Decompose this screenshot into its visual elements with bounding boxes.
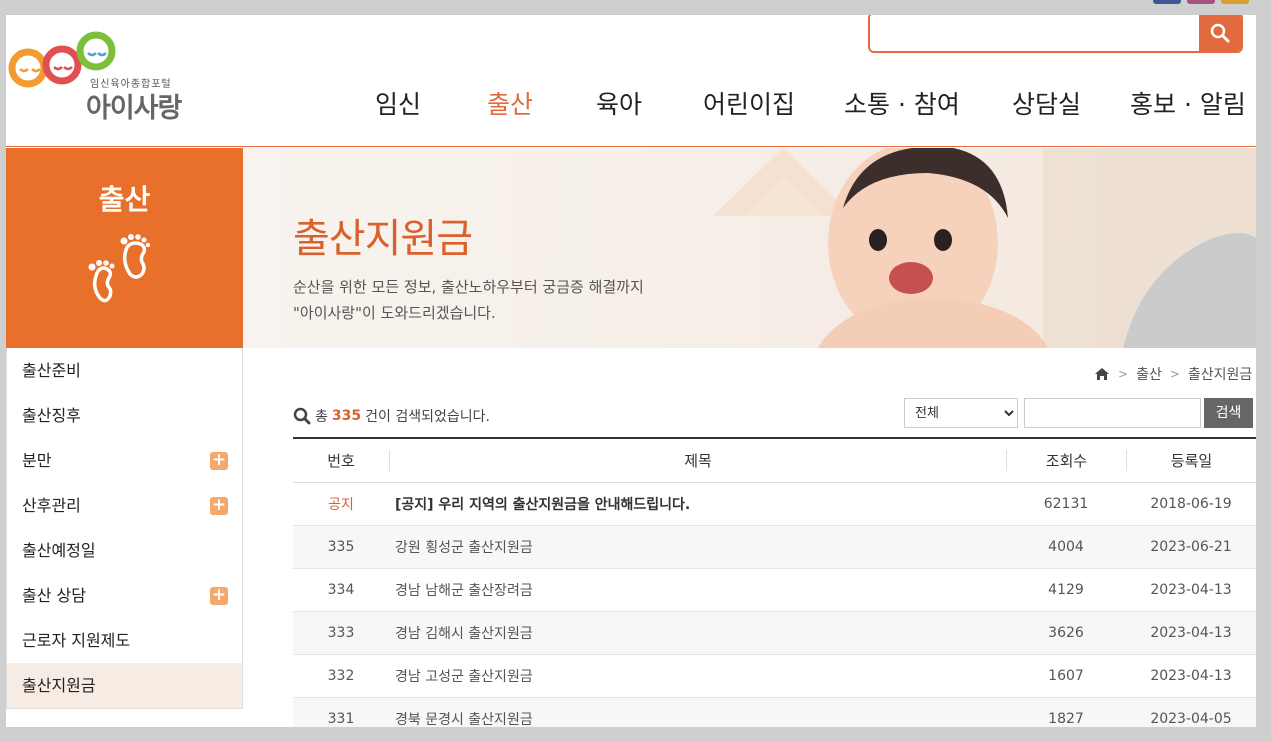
post-date: 2023-04-13 — [1150, 582, 1232, 598]
header-no: 번호 — [327, 452, 355, 470]
post-views: 62131 — [1043, 496, 1089, 512]
post-title-link[interactable]: 경남 김해시 출산지원금 — [389, 623, 1006, 643]
blog-icon[interactable] — [1221, 0, 1249, 4]
table-row[interactable]: 공지 [공지] 우리 지역의 출산지원금을 안내해드립니다. 62131 201… — [293, 483, 1256, 526]
plus-icon[interactable]: + — [210, 452, 228, 470]
page-frame: 임신육아종합포털 아이사랑 임신 출산 육아 어린이집 소통 · 참여 상담실 … — [6, 15, 1256, 727]
side-menu-item-signs[interactable]: 출산징후 — [7, 393, 242, 438]
side-menu-item-prep[interactable]: 출산준비 — [7, 348, 242, 393]
side-menu-item-worker[interactable]: 근로자 지원제도 — [7, 618, 242, 663]
post-no: 332 — [327, 668, 355, 684]
header-title: 제목 — [389, 450, 1006, 471]
post-views: 3626 — [1048, 625, 1084, 641]
post-views: 1607 — [1048, 668, 1084, 684]
table-row[interactable]: 331 경북 문경시 출산지원금 1827 2023-04-05 — [293, 698, 1256, 727]
facebook-icon[interactable] — [1153, 0, 1181, 4]
section-title: 출산 — [98, 183, 151, 216]
nav-counseling[interactable]: 상담실 — [1012, 85, 1081, 121]
table-row[interactable]: 335 강원 횡성군 출산지원금 4004 2023-06-21 — [293, 526, 1256, 569]
breadcrumb: > 출산 > 출산지원금 — [1094, 364, 1252, 384]
header-views: 조회수 — [1006, 450, 1126, 471]
nav-parenting[interactable]: 육아 — [596, 85, 642, 121]
summary-prefix: 총 — [315, 409, 328, 425]
board-search-button[interactable]: 검색 — [1204, 398, 1253, 428]
header: 임신육아종합포털 아이사랑 임신 출산 육아 어린이집 소통 · 참여 상담실 … — [6, 15, 1256, 147]
post-table: 번호 제목 조회수 등록일 공지 [공지] 우리 지역의 출산지원금을 안내해드… — [293, 437, 1256, 727]
result-count: 335 — [331, 408, 362, 424]
search-filter-select[interactable]: 전체 — [904, 398, 1018, 428]
post-views: 1827 — [1048, 711, 1084, 727]
breadcrumb-item[interactable]: 출산지원금 — [1188, 364, 1252, 384]
banner-desc-1: 순산을 위한 모든 정보, 출산노하우부터 궁금증 해결까지 — [293, 278, 644, 296]
social-icons — [1153, 0, 1249, 4]
post-date: 2023-04-13 — [1150, 625, 1232, 641]
site-search — [868, 15, 1243, 53]
side-menu-label: 출산지원금 — [22, 676, 96, 695]
main-nav: 임신 출산 육아 어린이집 소통 · 참여 상담실 홍보 · 알림 — [6, 85, 1256, 121]
table-header: 번호 제목 조회수 등록일 — [293, 439, 1256, 483]
side-menu-item-postpartum[interactable]: 산후관리 + — [7, 483, 242, 528]
side-menu-label: 출산징후 — [22, 406, 81, 425]
post-title-link[interactable]: 경남 남해군 출산장려금 — [389, 580, 1006, 600]
nav-promotion[interactable]: 홍보 · 알림 — [1130, 85, 1246, 121]
post-no: 334 — [327, 582, 355, 598]
post-title-link[interactable]: 경남 고성군 출산지원금 — [389, 666, 1006, 686]
site-search-input[interactable] — [870, 15, 1200, 51]
nav-community[interactable]: 소통 · 참여 — [844, 85, 960, 121]
banner-desc-2: "아이사랑"이 도와드리겠습니다. — [293, 304, 496, 322]
side-menu-item-duedate[interactable]: 출산예정일 — [7, 528, 242, 573]
section-title-box: 출산 — [6, 148, 243, 348]
post-title-link[interactable]: [공지] 우리 지역의 출산지원금을 안내해드립니다. — [389, 494, 1006, 514]
search-icon — [293, 407, 311, 425]
hero-banner: 출산지원금 순산을 위한 모든 정보, 출산노하우부터 궁금증 해결까지 "아이… — [243, 148, 1256, 348]
post-views: 4004 — [1048, 539, 1084, 555]
side-menu-label: 근로자 지원제도 — [22, 631, 131, 650]
side-menu-item-counsel[interactable]: 출산 상담 + — [7, 573, 242, 618]
board-search-input[interactable] — [1024, 398, 1201, 428]
post-title-link[interactable]: 경북 문경시 출산지원금 — [389, 709, 1006, 727]
post-date: 2023-06-21 — [1150, 539, 1232, 555]
summary-suffix: 건이 검색되었습니다. — [365, 409, 490, 425]
post-no: 331 — [327, 711, 355, 727]
side-menu-label: 산후관리 — [22, 496, 81, 515]
header-date: 등록일 — [1126, 450, 1256, 471]
post-no: 333 — [327, 625, 355, 641]
table-row[interactable]: 333 경남 김해시 출산지원금 3626 2023-04-13 — [293, 612, 1256, 655]
side-menu-label: 출산준비 — [22, 361, 81, 380]
baby-feet-icon — [88, 234, 151, 303]
search-icon — [1210, 23, 1230, 42]
nav-daycare[interactable]: 어린이집 — [703, 85, 795, 121]
home-icon[interactable] — [1094, 367, 1110, 381]
instagram-icon[interactable] — [1187, 0, 1215, 4]
breadcrumb-item[interactable]: 출산 — [1136, 364, 1162, 384]
post-date: 2023-04-13 — [1150, 668, 1232, 684]
nav-birth[interactable]: 출산 — [487, 85, 533, 121]
side-menu: 출산준비 출산징후 분만 + 산후관리 + 출산예정일 출산 상담 + 근로자 지원제… — [6, 348, 243, 709]
banner-title: 출산지원금 — [293, 216, 473, 262]
plus-icon[interactable]: + — [210, 497, 228, 515]
post-title-link[interactable]: 강원 횡성군 출산지원금 — [389, 537, 1006, 557]
chevron-right-icon: > — [1118, 367, 1129, 381]
side-menu-label: 분만 — [22, 451, 52, 470]
post-views: 4129 — [1048, 582, 1084, 598]
table-row[interactable]: 332 경남 고성군 출산지원금 1607 2023-04-13 — [293, 655, 1256, 698]
post-no: 335 — [327, 539, 355, 555]
side-menu-label: 출산 상담 — [22, 586, 86, 605]
site-search-button[interactable] — [1199, 15, 1241, 51]
table-row[interactable]: 334 경남 남해군 출산장려금 4129 2023-04-13 — [293, 569, 1256, 612]
side-menu-label: 출산예정일 — [22, 541, 96, 560]
side-menu-item-subsidy[interactable]: 출산지원금 — [7, 663, 242, 708]
notice-badge: 공지 — [328, 497, 354, 513]
result-summary: 총 335 건이 검색되었습니다. — [293, 406, 490, 426]
chevron-right-icon: > — [1169, 367, 1180, 381]
nav-pregnancy[interactable]: 임신 — [375, 85, 421, 121]
plus-icon[interactable]: + — [210, 587, 228, 605]
side-menu-item-delivery[interactable]: 분만 + — [7, 438, 242, 483]
post-date: 2018-06-19 — [1150, 496, 1232, 512]
post-date: 2023-04-05 — [1150, 711, 1232, 727]
